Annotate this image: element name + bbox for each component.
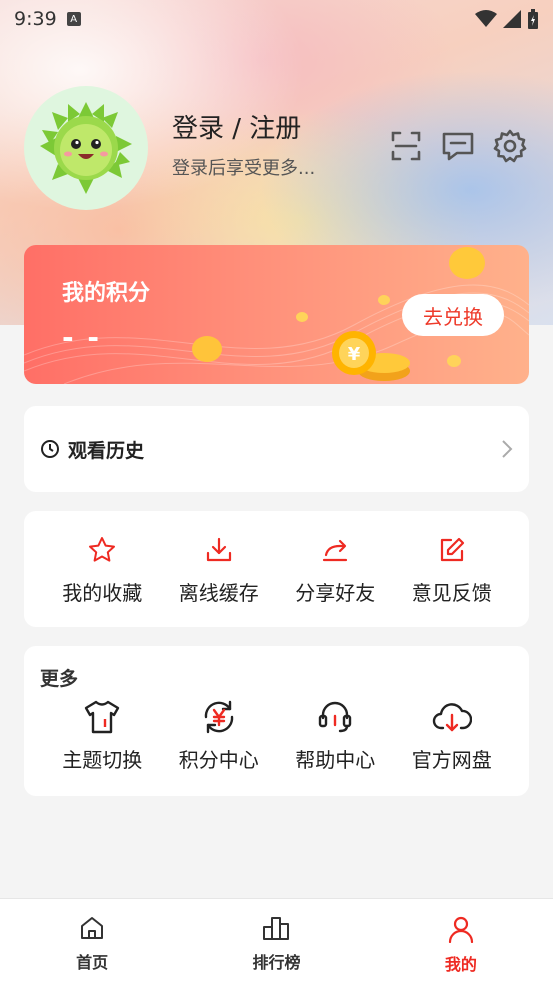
battery-icon [528, 9, 538, 29]
points-center-label: 积分中心 [178, 748, 259, 772]
star-icon [89, 537, 116, 562]
avatar[interactable] [24, 86, 148, 210]
login-register-link[interactable]: 登录 / 注册 [172, 108, 301, 145]
offline-cache-button[interactable]: 离线缓存 [161, 535, 278, 606]
clock-icon [41, 440, 59, 458]
help-center-button[interactable]: 帮助中心 [277, 698, 394, 773]
share-friends-button[interactable]: 分享好友 [277, 535, 394, 606]
svg-text:¥: ¥ [348, 344, 361, 365]
help-center-label: 帮助中心 [295, 748, 376, 772]
tshirt-icon [85, 700, 120, 734]
scan-button[interactable] [388, 128, 424, 164]
signal-icon [503, 10, 521, 28]
message-button[interactable] [440, 128, 476, 164]
exchange-button[interactable]: 去兑换 [402, 294, 504, 336]
share-icon [323, 539, 348, 562]
theme-switch-button[interactable]: 主题切换 [44, 698, 161, 773]
watch-history-card[interactable]: 观看历史 [24, 406, 529, 492]
scan-icon [391, 131, 421, 161]
official-netdisk-button[interactable]: 官方网盘 [394, 698, 511, 773]
theme-switch-label: 主题切换 [62, 748, 143, 772]
status-time: 9:39 [14, 8, 57, 30]
more-title: 更多 [40, 668, 79, 690]
a-notification-icon: A [66, 12, 81, 26]
ranking-icon [263, 917, 290, 940]
tab-mine-label: 我的 [444, 955, 477, 974]
share-friends-label: 分享好友 [295, 581, 376, 605]
cloud-download-icon [432, 703, 472, 732]
points-title: 我的积分 [62, 281, 151, 306]
tab-ranking-label: 排行榜 [252, 953, 301, 972]
chevron-right-icon [502, 440, 513, 458]
edit-icon [440, 537, 464, 562]
feedback-label: 意见反馈 [411, 581, 492, 605]
tab-mine[interactable]: 我的 [369, 899, 553, 984]
durian-mascot-avatar [40, 102, 132, 194]
offline-cache-label: 离线缓存 [178, 581, 259, 605]
tab-home[interactable]: 首页 [0, 899, 184, 984]
person-icon [448, 916, 473, 943]
favorites-label: 我的收藏 [62, 581, 143, 605]
headset-icon [319, 701, 352, 733]
tab-ranking[interactable]: 排行榜 [184, 899, 368, 984]
settings-button[interactable] [492, 128, 528, 164]
official-netdisk-label: 官方网盘 [411, 748, 492, 772]
home-icon [81, 917, 104, 939]
tab-home-label: 首页 [76, 953, 109, 972]
points-center-button[interactable]: 积分中心 [161, 698, 278, 773]
more-card: 更多 主题切换 积分中心 帮助中心 官方网盘 [24, 646, 529, 796]
favorites-button[interactable]: 我的收藏 [44, 535, 161, 606]
bottom-tab-bar: 首页 排行榜 我的 [0, 898, 553, 984]
points-yen-icon [204, 700, 233, 734]
points-value: - - [62, 321, 101, 354]
wifi-icon [475, 10, 497, 27]
settings-icon [493, 129, 527, 163]
login-subtitle: 登录后享受更多... [172, 158, 316, 179]
message-icon [442, 132, 474, 161]
points-card[interactable]: ¥ 我的积分 - - 去兑换 [24, 245, 529, 384]
download-icon [206, 537, 231, 562]
watch-history-label: 观看历史 [68, 439, 145, 462]
status-bar: 9:39 A [0, 0, 553, 38]
feedback-button[interactable]: 意见反馈 [394, 535, 511, 606]
quick-actions-card: 我的收藏 离线缓存 分享好友 意见反馈 [24, 511, 529, 627]
